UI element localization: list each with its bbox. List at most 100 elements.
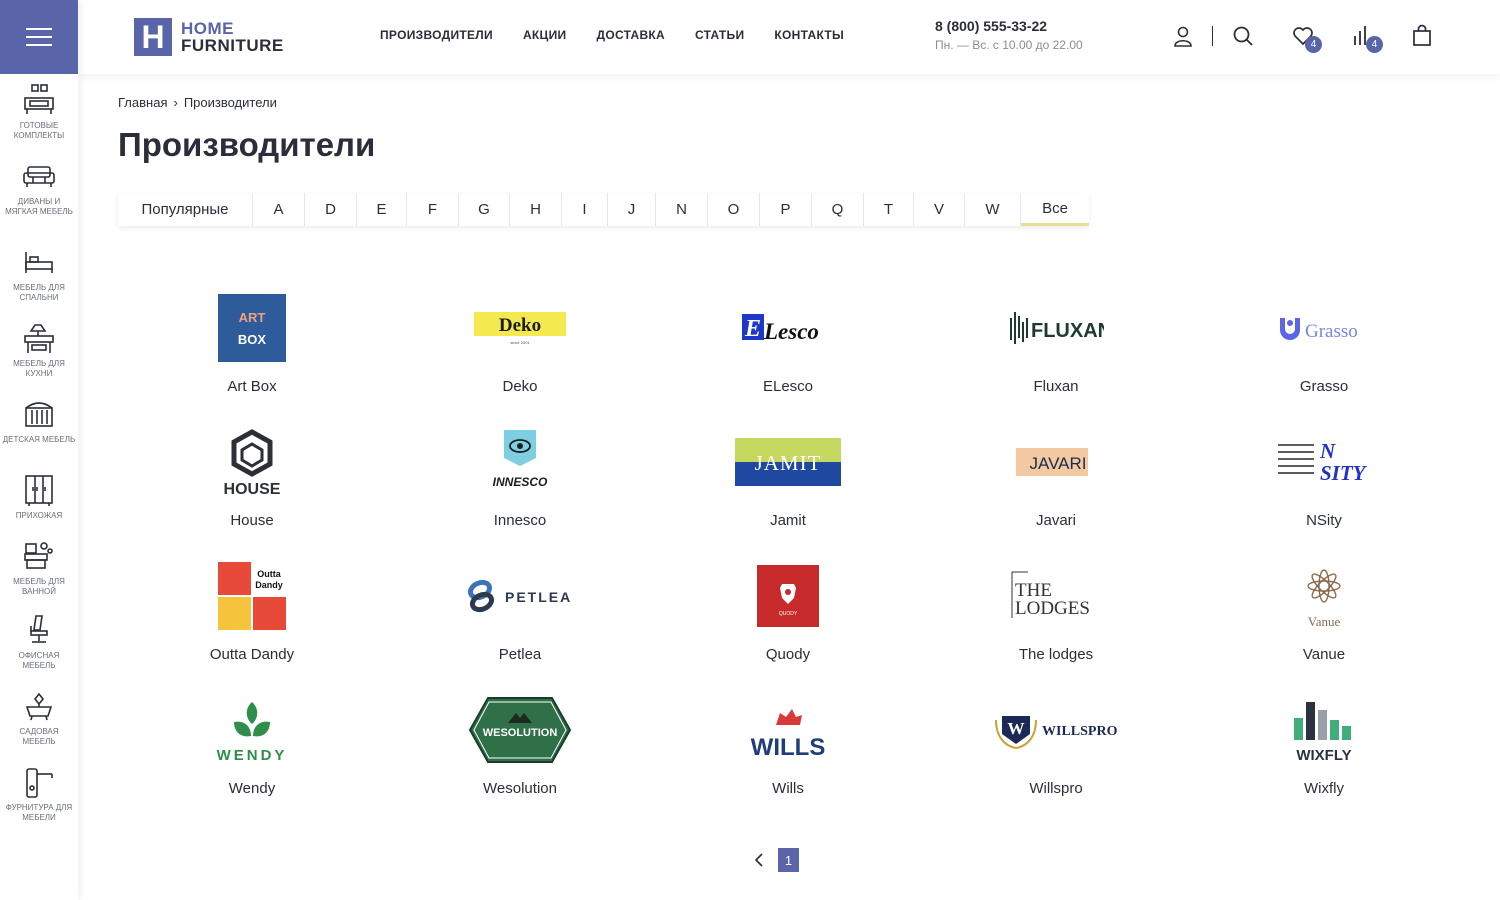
- filter-letter[interactable]: G: [459, 193, 510, 226]
- brand-name: Outta Dandy: [209, 646, 295, 663]
- brand-name: Innesco: [493, 512, 547, 529]
- svg-text:Grasso: Grasso: [1305, 321, 1358, 342]
- menu-button[interactable]: [0, 0, 78, 74]
- sidebar-item-kids[interactable]: ДЕТСКАЯ МЕБЕЛЬ: [0, 398, 78, 445]
- brand-card-house[interactable]: HOUSE House: [118, 424, 386, 557]
- svg-text:LODGES: LODGES: [1015, 598, 1090, 619]
- filter-letter[interactable]: I: [562, 193, 608, 226]
- brand-card-grasso[interactable]: Grasso Grasso: [1190, 290, 1458, 423]
- filter-letter[interactable]: D: [305, 193, 357, 226]
- page-title: Производители: [118, 126, 376, 163]
- brand-card-artbox[interactable]: ART BOX Art Box: [118, 290, 386, 423]
- sidebar-item-sets[interactable]: ГОТОВЫЕ КОМПЛЕКТЫ: [0, 84, 78, 140]
- filter-letter[interactable]: J: [608, 193, 656, 226]
- svg-text:WILLS: WILLS: [751, 734, 826, 761]
- brand-card-jamit[interactable]: JAMIT Jamit: [654, 424, 922, 557]
- wendy-logo: WENDY: [217, 702, 284, 764]
- brand-card-deko[interactable]: Deko since 2001 Deko: [386, 290, 654, 423]
- cart-bag-icon[interactable]: [1410, 24, 1434, 48]
- svg-text:ART: ART: [239, 310, 266, 325]
- artbox-logo: ART BOX: [218, 294, 286, 362]
- filter-letter[interactable]: W: [965, 193, 1021, 226]
- brand-name: Wendy: [228, 780, 276, 797]
- svg-text:BOX: BOX: [238, 332, 267, 347]
- nav-delivery[interactable]: ДОСТАВКА: [596, 28, 665, 42]
- sidebar-item-hallway[interactable]: ПРИХОЖАЯ: [0, 474, 78, 521]
- letter-filter: Популярные A D E F G H I J N O P Q T V W…: [118, 193, 1089, 226]
- phone-number[interactable]: 8 (800) 555-33-22: [935, 18, 1083, 34]
- nsity-logo: N SITY: [1278, 439, 1368, 485]
- nav-promotions[interactable]: АКЦИИ: [523, 28, 567, 42]
- brand-name: ELesco: [762, 378, 814, 395]
- filter-letter[interactable]: N: [656, 193, 708, 226]
- brand-card-elesco[interactable]: E Lesco ELesco: [654, 290, 922, 423]
- brand-card-innesco[interactable]: INNESCO Innesco: [386, 424, 654, 557]
- site-logo[interactable]: H HOME FURNITURE: [134, 18, 284, 56]
- filter-letter[interactable]: O: [708, 193, 760, 226]
- brand-card-wills[interactable]: WILLS Wills: [654, 692, 922, 825]
- filter-all[interactable]: Все: [1021, 193, 1089, 226]
- sidebar-item-office[interactable]: ОФИСНАЯ МЕБЕЛЬ: [0, 614, 78, 670]
- nav-contacts[interactable]: КОНТАКТЫ: [774, 28, 844, 42]
- filter-letter[interactable]: V: [914, 193, 965, 226]
- filter-popular[interactable]: Популярные: [118, 193, 253, 226]
- breadcrumb: Главная › Производители: [118, 95, 277, 110]
- sidebar-item-sofas[interactable]: ДИВАНЫ И МЯГКАЯ МЕБЕЛЬ: [0, 160, 78, 216]
- sidebar-item-label: ПРИХОЖАЯ: [15, 511, 63, 520]
- brand-card-javari[interactable]: JAVARI Javari: [922, 424, 1190, 557]
- nav-articles[interactable]: СТАТЬИ: [695, 28, 744, 42]
- house-logo: HOUSE: [224, 429, 281, 498]
- brand-name: Willspro: [1029, 780, 1083, 797]
- sidebar-item-bathroom[interactable]: МЕБЕЛЬ ДЛЯ ВАННОЙ: [0, 540, 78, 596]
- innesco-logo: INNESCO: [493, 430, 548, 489]
- brand-name: NSity: [1306, 512, 1342, 529]
- nav-manufacturers[interactable]: ПРОИЗВОДИТЕЛИ: [380, 28, 493, 42]
- filter-letter[interactable]: H: [510, 193, 562, 226]
- sidebar-item-kitchen[interactable]: МЕБЕЛЬ ДЛЯ КУХНИ: [0, 322, 78, 378]
- outta-dandy-logo: Outta Dandy: [218, 562, 286, 630]
- garden-icon: [25, 692, 53, 721]
- contact-info: 8 (800) 555-33-22 Пн. — Вс. с 10.00 до 2…: [935, 18, 1083, 52]
- logo-line-2: FURNITURE: [181, 36, 284, 55]
- brand-card-quody[interactable]: QUODY Quody: [654, 558, 922, 691]
- sidebar-item-hardware[interactable]: ФУРНИТУРА ДЛЯ МЕБЕЛИ: [0, 766, 78, 822]
- breadcrumb-separator: ›: [173, 95, 178, 110]
- brand-name: Quody: [765, 646, 811, 663]
- brand-card-fluxan[interactable]: FLUXAN Fluxan: [922, 290, 1190, 423]
- brand-card-petlea[interactable]: PETLEA Petlea: [386, 558, 654, 691]
- filter-letter[interactable]: Q: [812, 193, 864, 226]
- category-sidebar: ГОТОВЫЕ КОМПЛЕКТЫ ДИВАНЫ И МЯГКАЯ МЕБЕЛЬ…: [0, 0, 78, 900]
- brand-card-vanue[interactable]: Vanue Vanue: [1190, 558, 1458, 691]
- brand-card-wixfly[interactable]: WIXFLY Wixfly: [1190, 692, 1458, 825]
- brand-card-nsity[interactable]: N SITY NSity: [1190, 424, 1458, 557]
- pagination-prev[interactable]: [750, 848, 768, 872]
- filter-letter[interactable]: F: [407, 193, 459, 226]
- breadcrumb-home[interactable]: Главная: [118, 95, 167, 110]
- pagination-page-current[interactable]: 1: [778, 848, 799, 872]
- brand-card-willspro[interactable]: W WILLSPRO Willspro: [922, 692, 1190, 825]
- sidebar-item-bedroom[interactable]: МЕБЕЛЬ ДЛЯ СПАЛЬНИ: [0, 246, 78, 302]
- the-lodges-logo: THE LODGES: [1011, 571, 1090, 619]
- brand-card-wendy[interactable]: WENDY Wendy: [118, 692, 386, 825]
- brand-card-wesolution[interactable]: WESOLUTION Wesolution: [386, 692, 654, 825]
- sidebar-item-label: МЕБЕЛЬ ДЛЯ КУХНИ: [13, 359, 65, 378]
- petlea-logo: PETLEA: [467, 579, 570, 613]
- svg-text:Lesco: Lesco: [763, 319, 819, 344]
- svg-text:Dandy: Dandy: [255, 580, 283, 590]
- sidebar-item-garden[interactable]: САДОВАЯ МЕБЕЛЬ: [0, 690, 78, 746]
- elesco-logo: E Lesco: [742, 314, 819, 344]
- brand-card-outta-dandy[interactable]: Outta Dandy Outta Dandy: [118, 558, 386, 691]
- user-icon[interactable]: [1171, 24, 1195, 48]
- search-icon[interactable]: [1231, 24, 1255, 48]
- pagination: 1: [750, 848, 799, 872]
- brand-name: The lodges: [1018, 646, 1094, 663]
- svg-text:JAMIT: JAMIT: [755, 451, 822, 475]
- filter-letter[interactable]: A: [253, 193, 305, 226]
- filter-letter[interactable]: P: [760, 193, 812, 226]
- bathroom-icon: [24, 542, 53, 569]
- sidebar-item-label: ОФИСНАЯ МЕБЕЛЬ: [18, 651, 60, 670]
- filter-letter[interactable]: E: [357, 193, 407, 226]
- filter-letter[interactable]: T: [864, 193, 914, 226]
- brand-card-the-lodges[interactable]: THE LODGES The lodges: [922, 558, 1190, 691]
- wixfly-logo: WIXFLY: [1294, 702, 1352, 764]
